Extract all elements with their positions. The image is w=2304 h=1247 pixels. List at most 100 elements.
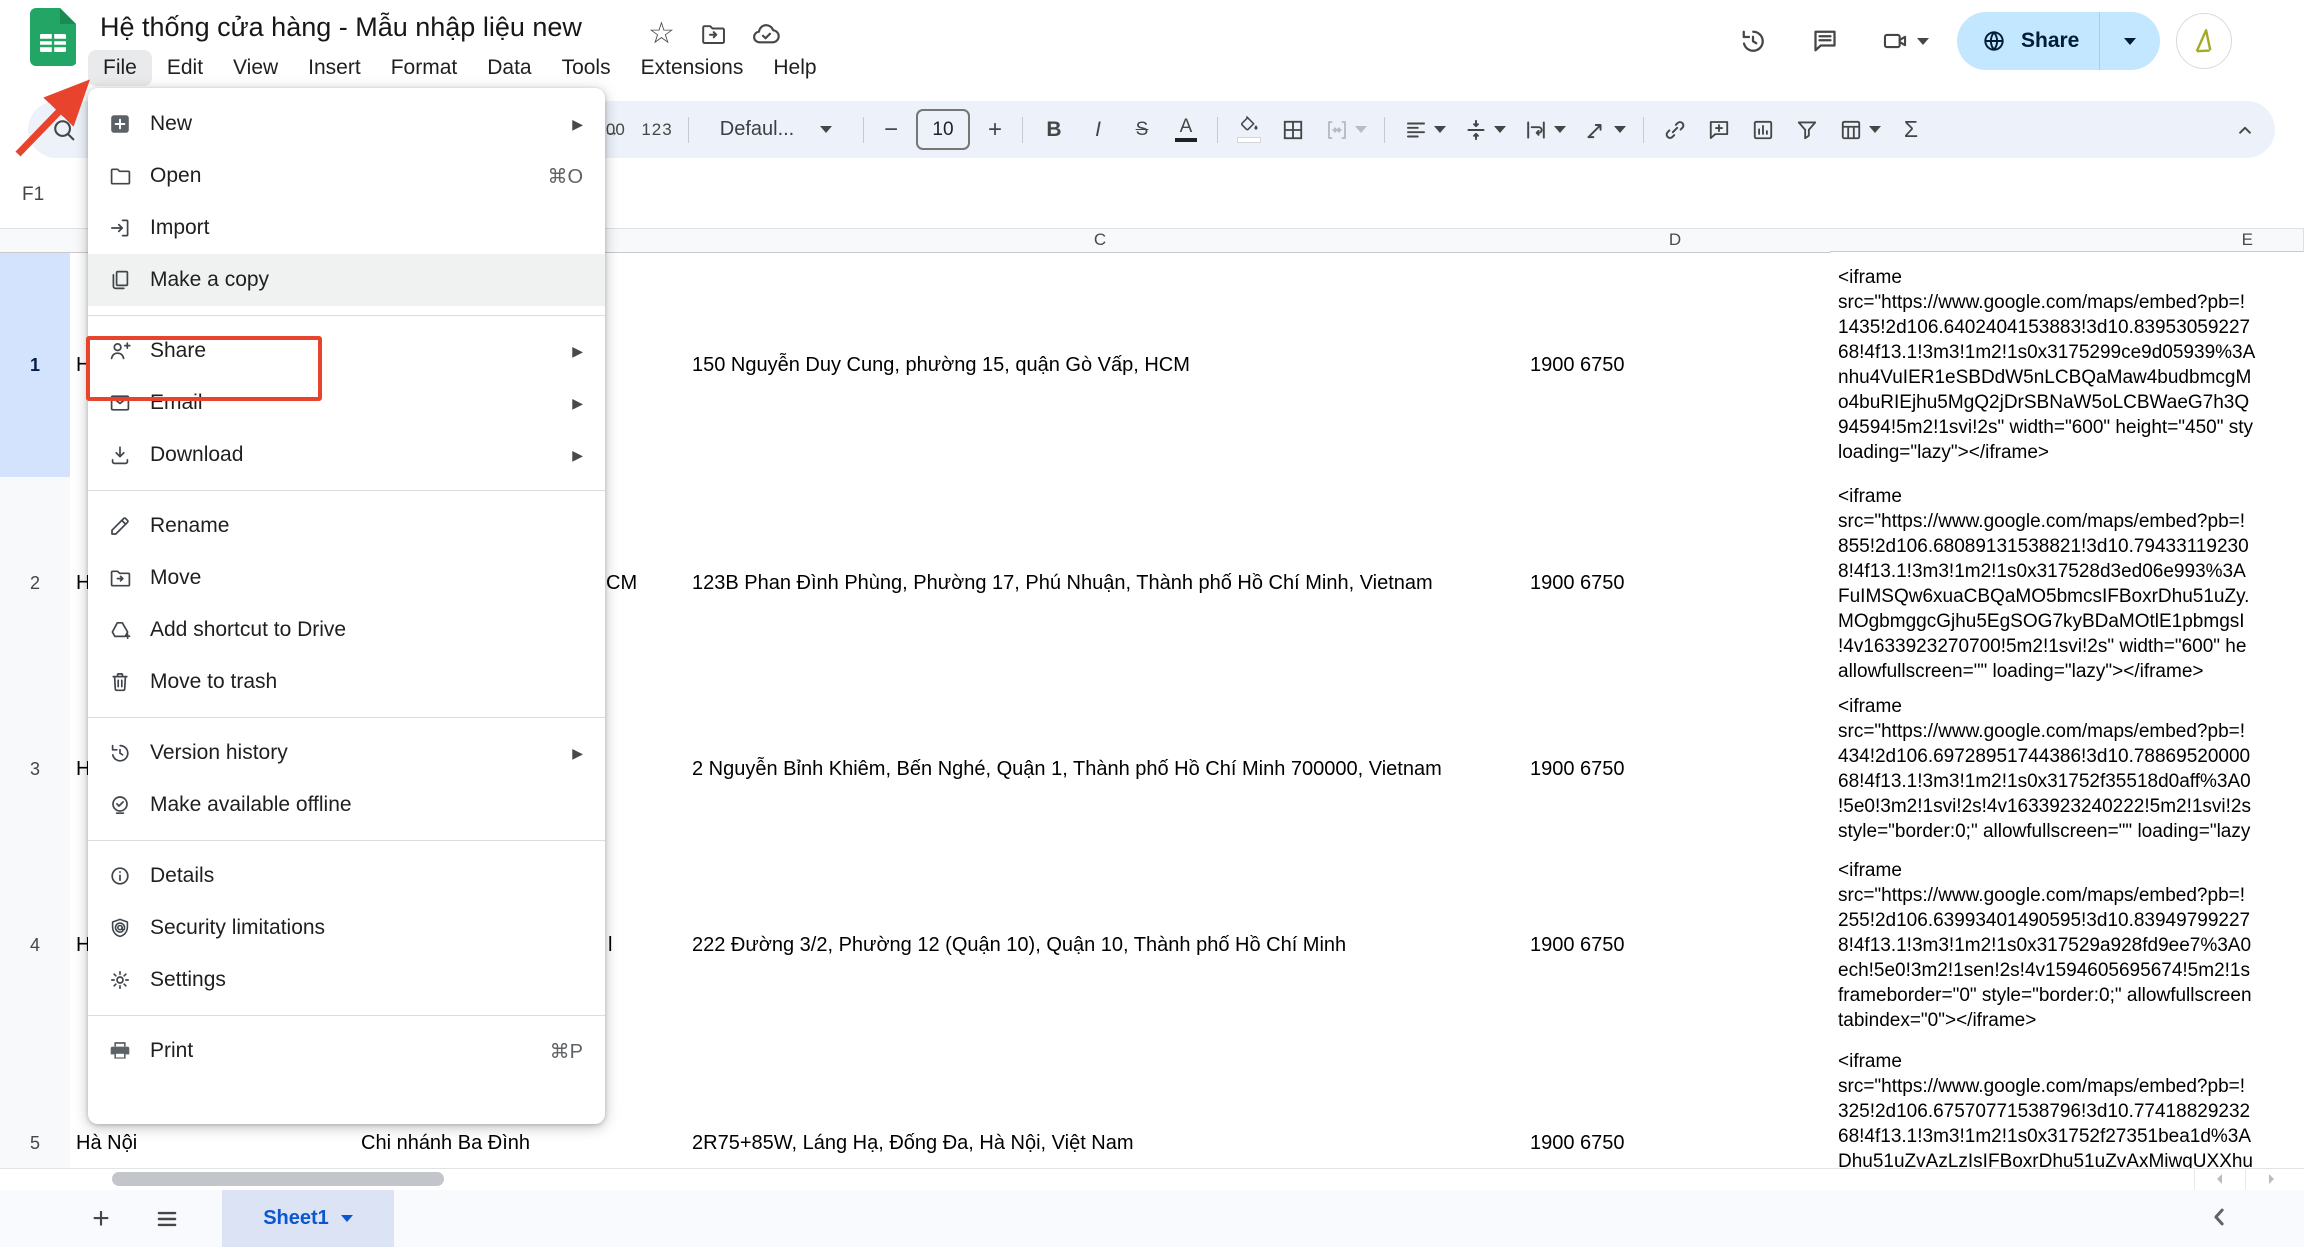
row-header-5[interactable]: 5 bbox=[0, 1043, 71, 1168]
menu-item-print[interactable]: Print ⌘P bbox=[88, 1025, 605, 1077]
table-views-button[interactable] bbox=[1830, 109, 1888, 151]
font-size-input[interactable]: 10 bbox=[916, 109, 970, 150]
cell-e5[interactable]: <iframe src="https://www.google.com/maps… bbox=[1830, 1043, 2304, 1168]
share-button[interactable]: Share bbox=[1957, 12, 2099, 70]
horizontal-align-button[interactable] bbox=[1395, 109, 1453, 151]
borders-button[interactable] bbox=[1272, 109, 1314, 151]
star-icon[interactable]: ☆ bbox=[648, 16, 675, 51]
menu-item-move[interactable]: Move bbox=[88, 552, 605, 604]
vertical-align-button[interactable] bbox=[1455, 109, 1513, 151]
column-header-d[interactable]: D bbox=[1520, 228, 1831, 253]
sheet-tab-sheet1[interactable]: Sheet1 bbox=[222, 1190, 394, 1247]
cell-c4[interactable]: 222 Đường 3/2, Phường 12 (Quận 10), Quận… bbox=[680, 848, 1533, 1044]
cell-d2[interactable]: 1900 6750 bbox=[1520, 477, 1841, 691]
collapse-side-panel-icon[interactable] bbox=[2204, 1202, 2234, 1232]
merge-cells-button[interactable] bbox=[1316, 109, 1374, 151]
menu-item-open[interactable]: Open ⌘O bbox=[88, 150, 605, 202]
menu-format[interactable]: Format bbox=[376, 50, 473, 86]
italic-button[interactable]: I bbox=[1077, 109, 1119, 151]
chevron-down-icon bbox=[820, 126, 832, 133]
row-header-3[interactable]: 3 bbox=[0, 690, 71, 849]
menu-edit[interactable]: Edit bbox=[152, 50, 218, 86]
chevron-down-icon bbox=[1554, 126, 1566, 133]
merge-cells-icon bbox=[1324, 117, 1350, 143]
scroll-left-icon[interactable] bbox=[2194, 1168, 2245, 1190]
create-filter-button[interactable] bbox=[1786, 109, 1828, 151]
decrease-font-size-button[interactable]: − bbox=[874, 109, 908, 151]
font-select[interactable]: Defaul... bbox=[699, 109, 853, 151]
row-header-2[interactable]: 2 bbox=[0, 477, 71, 691]
bold-button[interactable]: B bbox=[1033, 109, 1075, 151]
functions-button[interactable]: Σ bbox=[1890, 109, 1932, 151]
menu-help[interactable]: Help bbox=[758, 50, 831, 86]
document-title[interactable]: Hệ thống cửa hàng - Mẫu nhập liệu new bbox=[100, 12, 582, 43]
submenu-arrow-icon: ▶ bbox=[572, 745, 583, 762]
menu-view[interactable]: View bbox=[218, 50, 293, 86]
submenu-arrow-icon: ▶ bbox=[572, 116, 583, 133]
share-dropdown[interactable] bbox=[2100, 12, 2160, 70]
menu-item-make-a-copy[interactable]: Make a copy bbox=[88, 254, 605, 306]
scrollbar-thumb[interactable] bbox=[112, 1172, 444, 1186]
menu-item-details[interactable]: Details bbox=[88, 850, 605, 902]
column-header-e[interactable]: E bbox=[1830, 228, 2304, 252]
increase-font-size-button[interactable]: + bbox=[978, 109, 1012, 151]
comments-icon[interactable] bbox=[1797, 13, 1853, 69]
menu-tools[interactable]: Tools bbox=[547, 50, 626, 86]
menu-item-download[interactable]: Download ▶ bbox=[88, 429, 605, 481]
menu-item-move-to-trash[interactable]: Move to trash bbox=[88, 656, 605, 708]
menu-insert[interactable]: Insert bbox=[293, 50, 376, 86]
name-box[interactable]: F1 bbox=[22, 184, 44, 206]
insert-comment-button[interactable] bbox=[1698, 109, 1740, 151]
text-wrap-button[interactable] bbox=[1515, 109, 1573, 151]
row-header-1[interactable]: 1 bbox=[0, 253, 71, 478]
menu-extensions[interactable]: Extensions bbox=[626, 50, 759, 86]
chevron-down-icon bbox=[1434, 126, 1446, 133]
cell-c5[interactable]: 2R75+85W, Láng Hạ, Đống Đa, Hà Nội, Việt… bbox=[680, 1043, 1533, 1168]
version-history-icon[interactable] bbox=[1725, 13, 1781, 69]
all-sheets-menu-icon[interactable] bbox=[144, 1196, 190, 1242]
history-icon bbox=[108, 741, 132, 765]
info-icon bbox=[108, 864, 132, 888]
insert-chart-button[interactable] bbox=[1742, 109, 1784, 151]
cell-c2[interactable]: 123B Phan Đình Phùng, Phường 17, Phú Nhu… bbox=[680, 477, 1533, 691]
corner-select-all[interactable] bbox=[0, 228, 71, 253]
strikethrough-button[interactable]: S bbox=[1121, 109, 1163, 151]
collapse-toolbar-button[interactable] bbox=[2232, 117, 2258, 143]
fill-color-button[interactable] bbox=[1228, 109, 1270, 151]
text-color-button[interactable]: A bbox=[1165, 109, 1207, 151]
menu-data[interactable]: Data bbox=[472, 50, 546, 86]
menu-item-make-available-offline[interactable]: Make available offline bbox=[88, 779, 605, 831]
move-folder-icon[interactable] bbox=[699, 20, 727, 48]
cell-c3[interactable]: 2 Nguyễn Bỉnh Khiêm, Bến Nghé, Quận 1, T… bbox=[680, 690, 1533, 849]
cell-d4[interactable]: 1900 6750 bbox=[1520, 848, 1841, 1044]
cell-e4[interactable]: <iframe src="https://www.google.com/maps… bbox=[1830, 848, 2304, 1044]
column-header-c[interactable]: C bbox=[680, 228, 1521, 253]
video-call-button[interactable] bbox=[1869, 13, 1941, 69]
cell-e2[interactable]: <iframe src="https://www.google.com/maps… bbox=[1830, 477, 2304, 691]
import-icon bbox=[108, 216, 132, 240]
cell-d1[interactable]: 1900 6750 bbox=[1520, 253, 1841, 478]
menu-item-import[interactable]: Import bbox=[88, 202, 605, 254]
menu-item-version-history[interactable]: Version history ▶ bbox=[88, 727, 605, 779]
menu-item-add-shortcut-to-drive[interactable]: Add shortcut to Drive bbox=[88, 604, 605, 656]
insert-link-button[interactable] bbox=[1654, 109, 1696, 151]
menu-item-security-limitations[interactable]: Security limitations bbox=[88, 902, 605, 954]
cell-d5[interactable]: 1900 6750 bbox=[1520, 1043, 1841, 1168]
menu-item-settings[interactable]: Settings bbox=[88, 954, 605, 1006]
row-header-4[interactable]: 4 bbox=[0, 848, 71, 1044]
cell-e1[interactable]: <iframe src="https://www.google.com/maps… bbox=[1830, 253, 2304, 478]
add-sheet-button[interactable]: + bbox=[78, 1196, 124, 1242]
scroll-right-icon[interactable] bbox=[2245, 1168, 2296, 1190]
annotation-arrow bbox=[2, 70, 112, 170]
number-format-button[interactable]: 123 bbox=[636, 109, 678, 151]
cell-d3[interactable]: 1900 6750 bbox=[1520, 690, 1841, 849]
cloud-status-icon[interactable] bbox=[751, 19, 781, 49]
sheets-logo[interactable] bbox=[30, 8, 76, 66]
menu-item-new[interactable]: New ▶ bbox=[88, 98, 605, 150]
cell-e3[interactable]: <iframe src="https://www.google.com/maps… bbox=[1830, 690, 2304, 849]
cell-c1[interactable]: 150 Nguyễn Duy Cung, phường 15, quận Gò … bbox=[680, 253, 1533, 478]
shortcut: ⌘P bbox=[550, 1039, 583, 1064]
avatar[interactable] bbox=[2176, 13, 2232, 69]
text-rotation-button[interactable] bbox=[1575, 109, 1633, 151]
menu-item-rename[interactable]: Rename bbox=[88, 500, 605, 552]
